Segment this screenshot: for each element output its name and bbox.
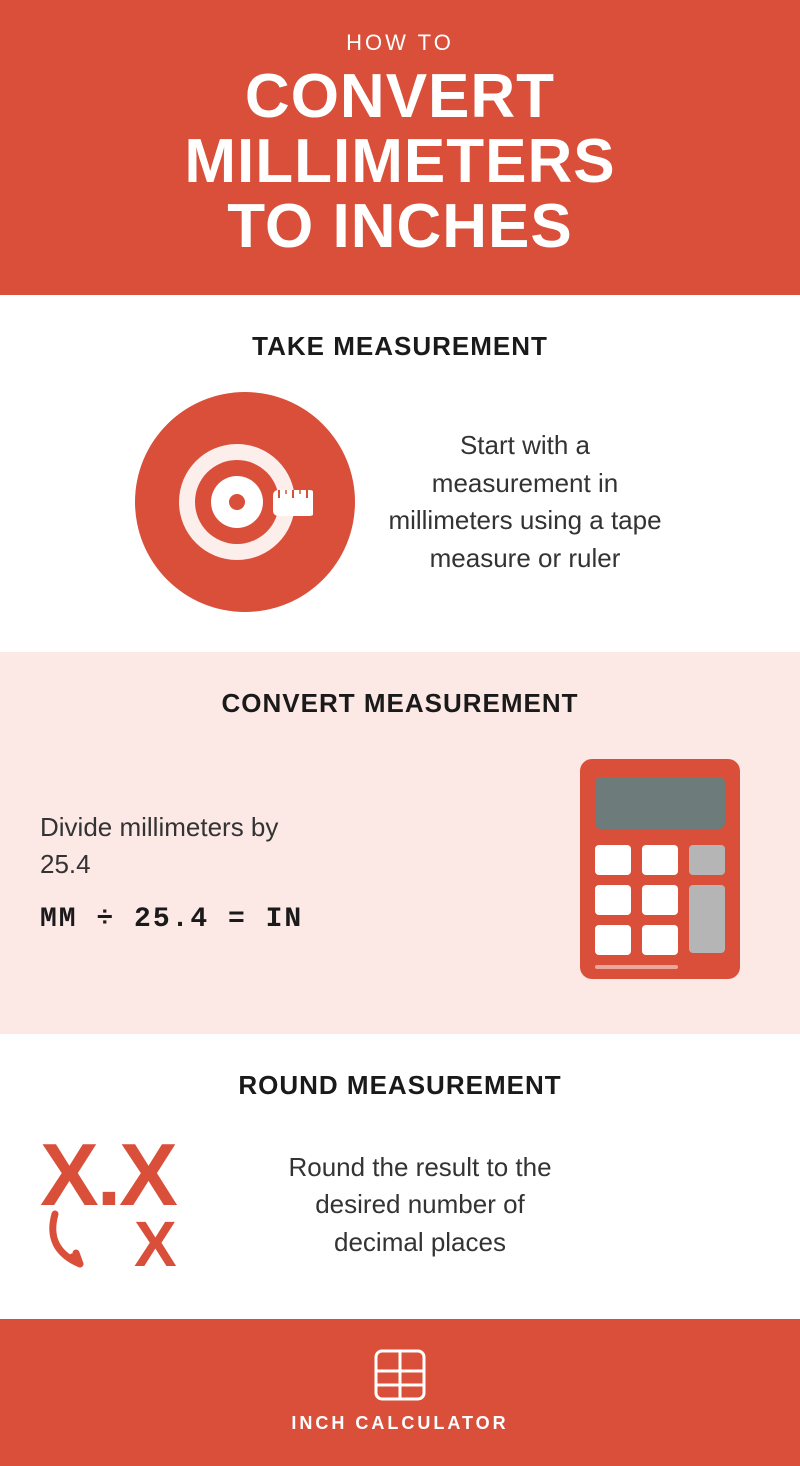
- take-measurement-section: TAKE MEASUREMENT Start with: [0, 295, 800, 652]
- round-content: X.X X Round the result to the desired nu…: [40, 1131, 760, 1279]
- round-measurement-section: ROUND MEASUREMENT X.X X Round the result…: [0, 1034, 800, 1319]
- take-measurement-title: TAKE MEASUREMENT: [252, 331, 548, 362]
- round-symbol: X.X X: [40, 1131, 240, 1279]
- convert-measurement-section: CONVERT MEASUREMENT Divide millimeters b…: [0, 652, 800, 1034]
- header-how-to: HOW TO: [40, 30, 760, 56]
- header-title: CONVERT MILLIMETERS TO INCHES: [40, 64, 760, 259]
- curved-arrow-icon: [40, 1209, 120, 1279]
- convert-description: Divide millimeters by 25.4: [40, 809, 300, 884]
- footer-section: INCH CALCULATOR: [0, 1319, 800, 1466]
- convert-content: Divide millimeters by 25.4 MM ÷ 25.4 = I…: [40, 749, 760, 994]
- take-measurement-text: Start with a measurement in millimeters …: [385, 427, 665, 578]
- round-arrow-x: X: [40, 1209, 177, 1279]
- round-x-symbol: X: [134, 1212, 177, 1276]
- tape-measure-icon-circle: [135, 392, 355, 612]
- round-xx-symbol: X.X: [40, 1131, 176, 1219]
- round-measurement-title: ROUND MEASUREMENT: [238, 1070, 561, 1101]
- round-description: Round the result to the desired number o…: [270, 1149, 570, 1262]
- tape-measure-svg: [165, 422, 325, 582]
- footer-label: INCH CALCULATOR: [291, 1413, 508, 1434]
- footer-calculator-icon: [372, 1347, 428, 1403]
- header-section: HOW TO CONVERT MILLIMETERS TO INCHES: [0, 0, 800, 295]
- convert-left: Divide millimeters by 25.4 MM ÷ 25.4 = I…: [40, 809, 303, 935]
- calculator-svg: [560, 749, 760, 989]
- take-content: Start with a measurement in millimeters …: [40, 392, 760, 612]
- convert-formula: MM ÷ 25.4 = IN: [40, 904, 303, 935]
- convert-measurement-title: CONVERT MEASUREMENT: [221, 688, 578, 719]
- calculator-icon: [560, 749, 760, 994]
